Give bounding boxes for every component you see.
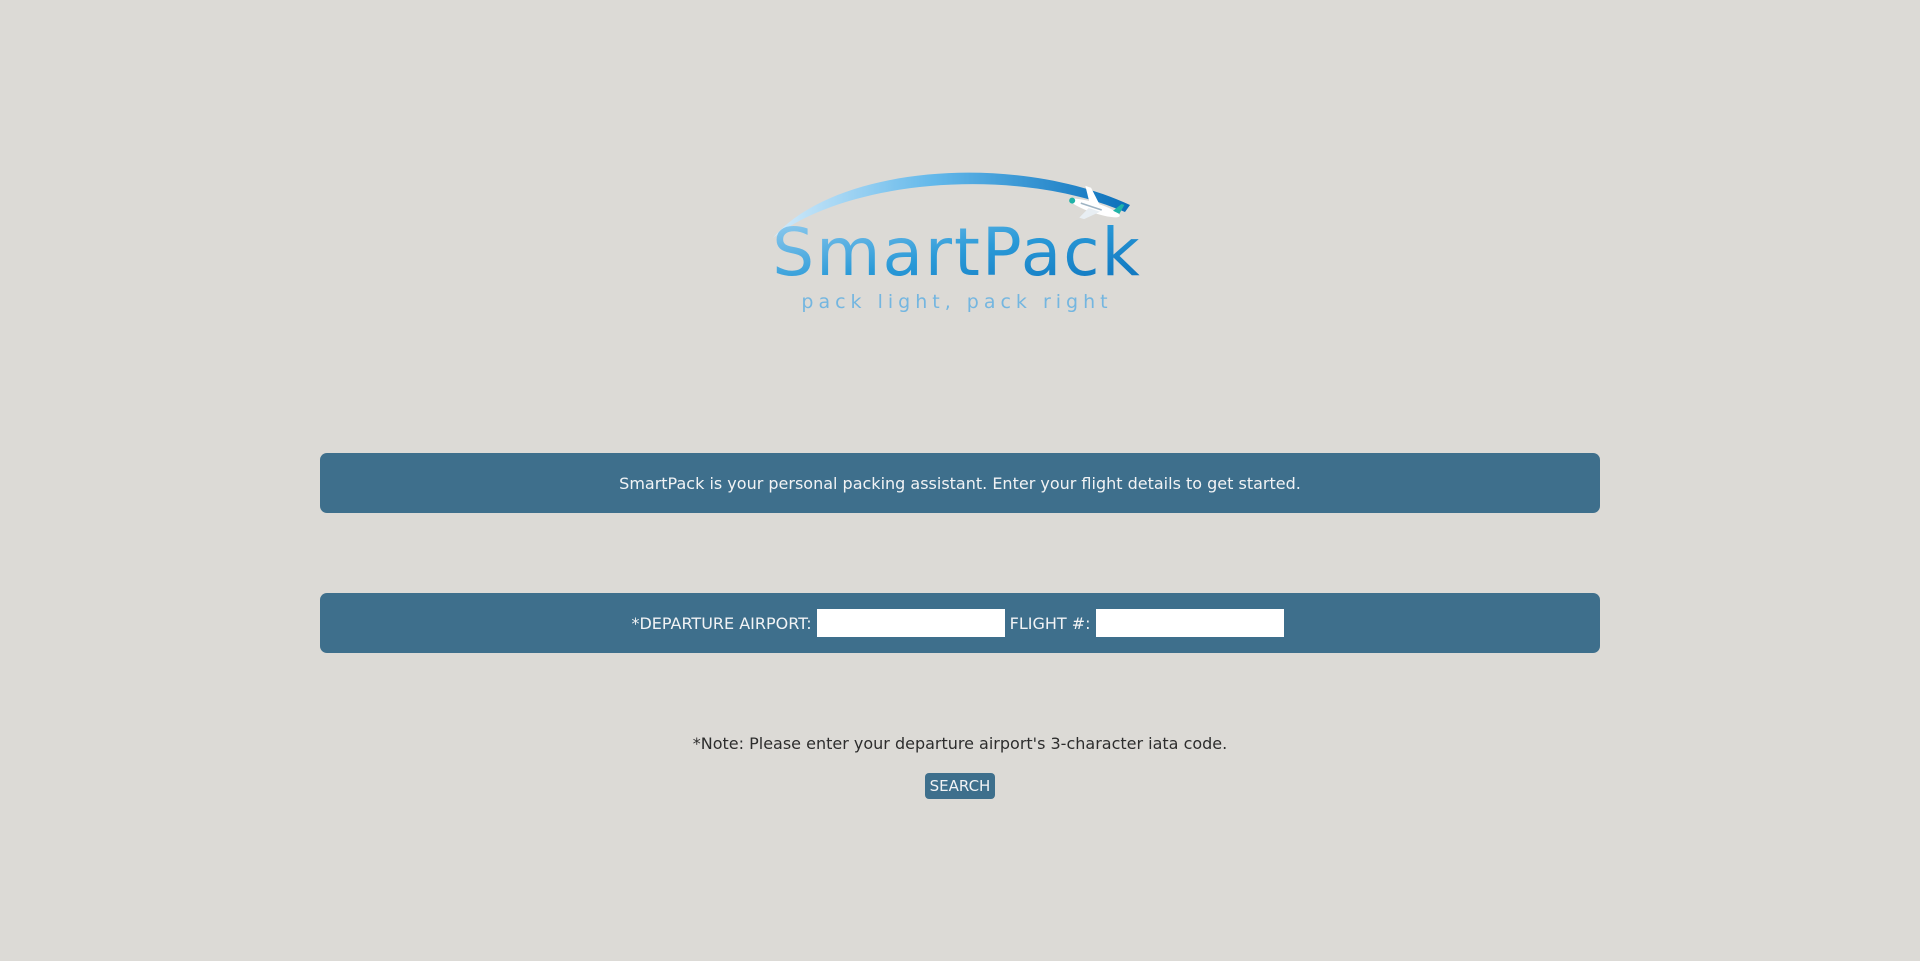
departure-airport-input[interactable] <box>816 609 1005 637</box>
logo-wordmark: SmartPack <box>772 214 1141 291</box>
intro-text: SmartPack is your personal packing assis… <box>619 473 1301 493</box>
search-button[interactable]: SEARCH <box>925 773 995 799</box>
intro-banner: SmartPack is your personal packing assis… <box>320 453 1600 513</box>
smartpack-logo: SmartPack pack light, pack right <box>765 160 1155 325</box>
flight-number-input[interactable] <box>1095 609 1284 637</box>
logo-tagline: pack light, pack right <box>801 291 1112 313</box>
departure-airport-label: *DEPARTURE AIRPORT: <box>631 613 812 633</box>
flight-number-label: FLIGHT #: <box>1009 613 1091 633</box>
iata-note: *Note: Please enter your departure airpo… <box>692 734 1228 753</box>
page: SmartPack pack light, pack right SmartPa… <box>0 0 1920 961</box>
logo-graphic: SmartPack pack light, pack right <box>772 172 1141 313</box>
flight-form-bar: *DEPARTURE AIRPORT: FLIGHT #: <box>320 593 1600 653</box>
